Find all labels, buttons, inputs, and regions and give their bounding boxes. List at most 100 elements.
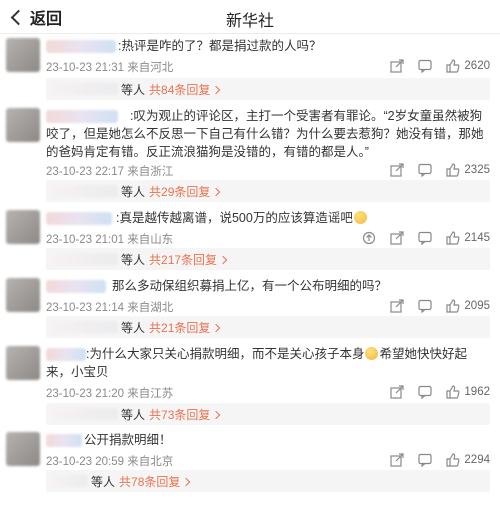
like-icon[interactable] [445, 298, 461, 314]
like-count: 1962 [464, 386, 490, 398]
share-icon[interactable] [389, 384, 405, 400]
reply-usernames [52, 475, 88, 487]
like-count: 2620 [464, 60, 490, 72]
smile-emoji-icon [353, 211, 367, 224]
share-icon[interactable] [389, 230, 405, 246]
avatar[interactable] [6, 432, 40, 466]
comment-meta: 23-10-23 21:20 来自江苏 [46, 385, 173, 401]
comment-text: 那么多动保组织募捐上亿，有一个公布明细的吗？ [112, 279, 388, 293]
reply-usernames [52, 83, 118, 95]
comment-actions: 1962 [377, 384, 490, 400]
reply-count-link[interactable]: 共21条回复 [149, 319, 219, 336]
comment-location: 来自浙江 [127, 166, 174, 178]
comment-item: :为什么大家只关心捐款明细，而不是关心孩子本身 希望她快快好起来，小宝贝 23-1… [0, 342, 500, 428]
comment-text-content: :真是越传越离谱，说500万的应该算造谣吧 [116, 211, 353, 225]
reply-count-link[interactable]: 共78条回复 [119, 473, 189, 490]
avatar[interactable] [6, 278, 40, 312]
vote-icon[interactable] [361, 230, 377, 246]
reply-bar[interactable]: 等人 共29条回复 [46, 180, 490, 202]
reply-who: 等人 [121, 184, 146, 199]
comment-item: :叹为观止的评论区，主打一个受害者有罪论。“2岁女童虽然被狗咬了，但是她怎么不反… [0, 104, 500, 206]
comment-text: 公开捐款明细！ [84, 433, 172, 447]
comment-icon[interactable] [417, 58, 433, 74]
username[interactable] [46, 212, 112, 225]
comment-item: 公开捐款明细！ 23-10-23 20:59 来自北京 2294 等人 共78条… [0, 428, 500, 505]
avatar[interactable] [6, 210, 40, 244]
comment-meta: 23-10-23 22:17 来自浙江 [46, 163, 173, 179]
like-count: 2095 [464, 300, 490, 312]
comment-icon[interactable] [417, 162, 433, 178]
comment-icon[interactable] [417, 452, 433, 468]
reply-bar[interactable]: 等人 共78条回复 [46, 470, 490, 492]
reply-who: 等人 [121, 320, 146, 335]
comment-icon[interactable] [417, 230, 433, 246]
comment-actions: 2325 [377, 162, 490, 178]
comment-time: 23-10-23 21:31 [46, 62, 125, 74]
reply-bar[interactable]: 等人 共84条回复 [46, 78, 490, 100]
share-icon[interactable] [389, 162, 405, 178]
reply-bar[interactable]: 等人 共73条回复 [46, 403, 490, 425]
reply-usernames [52, 253, 118, 265]
reply-count-link[interactable]: 共84条回复 [149, 81, 219, 98]
share-icon[interactable] [389, 452, 405, 468]
reply-usernames [52, 321, 118, 333]
comment-location: 来自江苏 [127, 388, 174, 400]
reply-bar[interactable]: 等人 共217条回复 [46, 248, 490, 270]
comment-item: :真是越传越离谱，说500万的应该算造谣吧 23-10-23 21:01 来自山… [0, 206, 500, 274]
comment-item: :热评是咋的了？都是捐过款的人吗？ 23-10-23 21:31 来自河北 26… [0, 34, 500, 104]
top-bar: 返回 新华社 [0, 0, 500, 34]
comment-meta: 23-10-23 21:31 来自河北 [46, 59, 173, 75]
reply-count-link[interactable]: 共73条回复 [149, 406, 219, 423]
comment-location: 来自山东 [127, 234, 174, 246]
avatar[interactable] [6, 38, 40, 72]
reply-bar[interactable]: 等人 共21条回复 [46, 316, 490, 338]
comment-actions: 2620 [377, 58, 490, 74]
comment-time: 23-10-23 20:59 [46, 456, 125, 468]
comment-meta: 23-10-23 21:14 来自湖北 [46, 299, 173, 315]
comment-meta: 23-10-23 20:59 来自北京 [46, 453, 173, 469]
cry-emoji-icon [365, 347, 379, 360]
comment-meta: 23-10-23 21:01 来自山东 [46, 231, 173, 247]
reply-count-link[interactable]: 共29条回复 [149, 183, 219, 200]
comment-text-content: :为什么大家只关心捐款明细，而不是关心孩子本身 [86, 347, 365, 361]
comment-time: 23-10-23 21:14 [46, 302, 125, 314]
comment-item: 那么多动保组织募捐上亿，有一个公布明细的吗？ 23-10-23 21:14 来自… [0, 274, 500, 342]
reply-who: 等人 [91, 474, 116, 489]
like-icon[interactable] [445, 58, 461, 74]
like-count: 2145 [464, 232, 490, 244]
reply-usernames [52, 185, 118, 197]
like-count: 2325 [464, 164, 490, 176]
comment-time: 23-10-23 21:01 [46, 234, 125, 246]
reply-count-link[interactable]: 共217条回复 [149, 251, 226, 268]
comment-icon[interactable] [417, 298, 433, 314]
username[interactable] [46, 40, 116, 53]
comment-text: :为什么大家只关心捐款明细，而不是关心孩子本身 希望她快快好起来，小宝贝 [46, 345, 490, 381]
share-icon[interactable] [389, 298, 405, 314]
avatar[interactable] [6, 108, 40, 142]
comment-actions: 2145 [349, 230, 490, 246]
comment-text: :热评是咋的了？都是捐过款的人吗？ [118, 39, 322, 53]
reply-usernames [52, 408, 118, 420]
comment-time: 23-10-23 21:20 [46, 388, 125, 400]
comment-actions: 2294 [377, 452, 490, 468]
comment-icon[interactable] [417, 384, 433, 400]
username[interactable] [46, 434, 82, 447]
like-icon[interactable] [445, 452, 461, 468]
comment-actions: 2095 [377, 298, 490, 314]
comment-location: 来自河北 [127, 62, 174, 74]
like-icon[interactable] [445, 162, 461, 178]
like-icon[interactable] [445, 230, 461, 246]
avatar[interactable] [6, 346, 40, 380]
comment-time: 23-10-23 22:17 [46, 166, 125, 178]
comment-text: :叹为观止的评论区，主打一个受害者有罪论。“2岁女童虽然被狗咬了，但是她怎么不反… [46, 109, 484, 159]
page-title: 新华社 [225, 13, 274, 30]
comment-text: :真是越传越离谱，说500万的应该算造谣吧 [116, 209, 490, 227]
like-icon[interactable] [445, 384, 461, 400]
username[interactable] [46, 280, 106, 293]
like-count: 2294 [464, 454, 490, 466]
reply-who: 等人 [121, 252, 146, 267]
share-icon[interactable] [389, 58, 405, 74]
comment-location: 来自北京 [127, 456, 174, 468]
reply-who: 等人 [121, 82, 146, 97]
reply-who: 等人 [121, 407, 146, 422]
